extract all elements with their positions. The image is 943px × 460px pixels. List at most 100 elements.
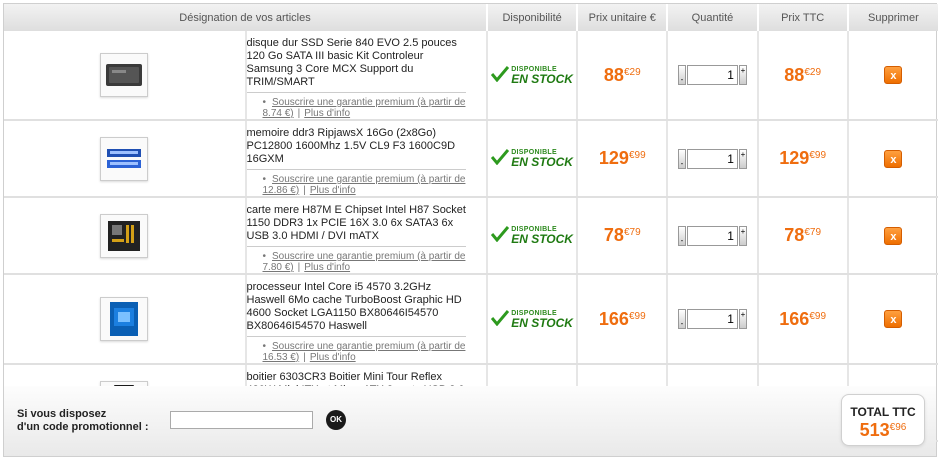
qty-plus-button[interactable]: +: [738, 148, 747, 169]
product-description[interactable]: disque dur SSD Serie 840 EVO 2.5 pouces …: [246, 31, 466, 93]
warranty-link[interactable]: Souscrire une garantie premium (à partir…: [263, 341, 466, 363]
unit-price-cell: 88€29: [577, 31, 669, 121]
stock-big-label: EN STOCK: [511, 71, 573, 86]
stock-big-label: EN STOCK: [511, 155, 573, 169]
in-stock-badge: DISPONIBLEEN STOCK: [491, 226, 573, 245]
unit-price-dec: €29: [623, 66, 641, 78]
cart-row: ram-icon memoire ddr3 RipjawsX 16Go (2x8…: [4, 120, 938, 198]
more-info-link[interactable]: Plus d'info: [310, 185, 356, 196]
unit-price-int: 88: [603, 64, 624, 85]
in-stock-badge: DISPONIBLEEN STOCK: [491, 149, 573, 168]
qty-input[interactable]: 1: [686, 65, 738, 85]
qty-minus-button[interactable]: -: [677, 148, 686, 169]
in-stock-badge: DISPONIBLEEN STOCK: [491, 66, 573, 85]
product-description-cell: memoire ddr3 RipjawsX 16Go (2x8Go) PC128…: [245, 120, 488, 198]
unit-price: 78€79: [604, 225, 641, 245]
warranty-link[interactable]: Souscrire une garantie premium (à partir…: [263, 251, 466, 273]
price-ttc-dec: €29: [804, 66, 822, 78]
product-thumbnail[interactable]: motherboard-icon: [100, 213, 149, 258]
cart-row: cpu-box-icon processeur Intel Core i5 45…: [4, 274, 938, 365]
quantity-cell: - 1 +: [667, 120, 759, 198]
separator: |: [303, 185, 306, 196]
header-price-ttc: Prix TTC: [757, 4, 849, 31]
price-ttc: 78€79: [784, 225, 821, 245]
product-thumbnail[interactable]: ram-icon: [100, 136, 149, 181]
delete-button[interactable]: x: [884, 226, 903, 245]
more-info-link[interactable]: Plus d'info: [304, 262, 350, 273]
product-description[interactable]: processeur Intel Core i5 4570 3.2GHz Has…: [246, 275, 466, 337]
qty-plus-button[interactable]: +: [738, 65, 747, 85]
product-thumbnail[interactable]: cpu-box-icon: [100, 297, 149, 341]
cart-header-row: Désignation de vos articles Disponibilit…: [4, 4, 938, 31]
cart-row: ssd-icon disque dur SSD Serie 840 EVO 2.…: [4, 31, 938, 121]
header-quantity: Quantité: [667, 4, 759, 31]
delete-button[interactable]: x: [884, 310, 903, 328]
product-description-cell: disque dur SSD Serie 840 EVO 2.5 pouces …: [245, 31, 488, 121]
delete-button[interactable]: x: [884, 66, 903, 84]
price-ttc-dec: €79: [804, 227, 822, 238]
price-ttc-cell: 88€29: [757, 31, 849, 121]
delete-cell: x: [847, 274, 938, 365]
qty-minus-button[interactable]: -: [677, 225, 686, 246]
quantity-stepper: - 1 +: [677, 148, 747, 169]
price-ttc-cell: 166€99: [757, 274, 849, 365]
price-ttc: 88€29: [784, 65, 821, 85]
product-image-cell: cpu-box-icon: [4, 274, 247, 365]
cart-footer: Si vous disposez d'un code promotionnel …: [4, 386, 936, 456]
separator: |: [303, 352, 306, 363]
product-description[interactable]: memoire ddr3 RipjawsX 16Go (2x8Go) PC128…: [246, 121, 466, 170]
warranty-link[interactable]: Souscrire une garantie premium (à partir…: [263, 97, 466, 119]
qty-input[interactable]: 1: [686, 309, 738, 329]
price-ttc-int: 166: [779, 308, 810, 329]
availability-cell: DISPONIBLEEN STOCK: [487, 120, 579, 198]
more-info-link[interactable]: Plus d'info: [304, 108, 350, 119]
availability-cell: DISPONIBLEEN STOCK: [487, 31, 579, 121]
unit-price-dec: €79: [623, 227, 641, 238]
total-box: TOTAL TTC 513€96: [841, 394, 925, 446]
product-image-cell: ssd-icon: [4, 31, 247, 121]
header-unit-price: Prix unitaire €: [577, 4, 669, 31]
qty-plus-button[interactable]: +: [738, 225, 747, 246]
qty-plus-button[interactable]: +: [738, 309, 747, 329]
check-icon: [491, 65, 511, 85]
price-ttc-cell: 78€79: [757, 197, 849, 275]
header-availability: Disponibilité: [487, 4, 579, 31]
product-description-cell: processeur Intel Core i5 4570 3.2GHz Has…: [245, 274, 488, 365]
price-ttc-int: 129: [779, 148, 810, 168]
qty-input[interactable]: 1: [686, 225, 738, 246]
delete-button[interactable]: x: [884, 149, 903, 168]
price-ttc-int: 78: [784, 225, 805, 245]
bullet-icon: •: [262, 174, 267, 185]
delete-cell: x: [847, 31, 938, 121]
qty-minus-button[interactable]: -: [677, 309, 686, 329]
product-description[interactable]: carte mere H87M E Chipset Intel H87 Sock…: [246, 198, 466, 247]
header-designation: Désignation de vos articles: [4, 4, 488, 31]
price-ttc-dec: €99: [809, 310, 827, 322]
cart-table: Désignation de vos articles Disponibilit…: [4, 4, 938, 442]
qty-input[interactable]: 1: [686, 148, 738, 169]
delete-cell: x: [847, 197, 938, 275]
qty-minus-button[interactable]: -: [677, 65, 686, 85]
product-thumbnail[interactable]: ssd-icon: [100, 53, 149, 97]
warranty-line: •Souscrire une garantie premium (à parti…: [263, 251, 477, 273]
more-info-link[interactable]: Plus d'info: [310, 352, 356, 363]
check-icon: [491, 149, 511, 168]
unit-price-int: 129: [598, 148, 629, 168]
product-image-cell: ram-icon: [4, 120, 247, 198]
quantity-stepper: - 1 +: [677, 309, 747, 329]
quantity-cell: - 1 +: [667, 274, 759, 365]
warranty-link[interactable]: Souscrire une garantie premium (à partir…: [263, 174, 466, 196]
warranty-line: •Souscrire une garantie premium (à parti…: [263, 341, 477, 363]
promo-ok-button[interactable]: OK: [326, 410, 346, 430]
stock-big-label: EN STOCK: [511, 315, 573, 330]
promo-code-input[interactable]: [170, 411, 313, 429]
unit-price-cell: 166€99: [577, 274, 669, 365]
price-ttc-dec: €99: [809, 150, 827, 161]
price-ttc: 166€99: [779, 309, 826, 329]
total-int: 513: [859, 420, 890, 440]
price-ttc: 129€99: [779, 148, 826, 168]
promo-code-label: Si vous disposez d'un code promotionnel …: [17, 408, 149, 434]
unit-price-cell: 129€99: [577, 120, 669, 198]
availability-cell: DISPONIBLEEN STOCK: [487, 274, 579, 365]
bullet-icon: •: [262, 97, 267, 108]
